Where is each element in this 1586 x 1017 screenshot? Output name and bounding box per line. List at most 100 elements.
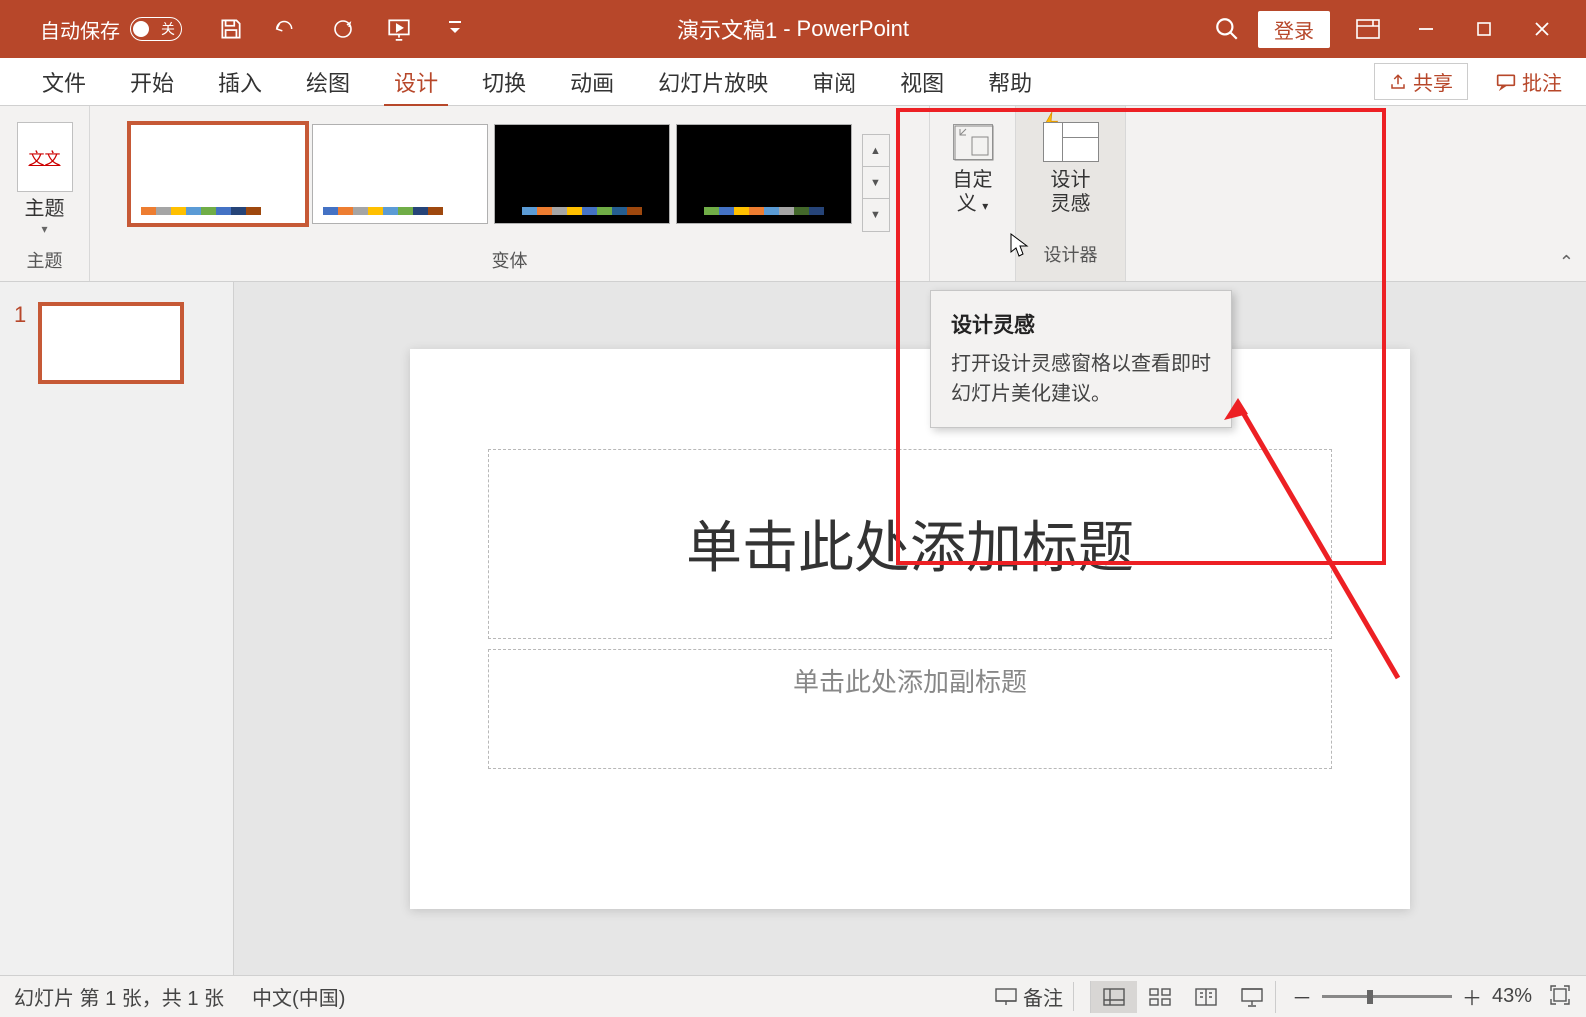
maximize-icon[interactable] [1464,9,1504,49]
ribbon-collapse-icon[interactable]: ⌃ [1559,252,1574,273]
chevron-down-icon[interactable]: ▾ [41,222,47,236]
variant-2[interactable] [312,124,488,224]
title-sep: - [783,16,790,42]
zoom-percentage[interactable]: 43% [1492,985,1532,1008]
customize-group: 自定 义 ▾ [930,106,1016,281]
comment-icon [1496,73,1516,91]
themes-icon-text: 文文 [28,145,60,169]
zoom-slider-thumb[interactable] [1367,990,1373,1004]
share-button[interactable]: 共享 [1374,63,1468,100]
fit-to-window-icon[interactable] [1548,983,1576,1011]
toggle-state: 关 [161,19,175,39]
close-icon[interactable] [1522,9,1562,49]
tab-insert[interactable]: 插入 [196,58,284,106]
notes-icon [995,988,1017,1006]
sorter-view-icon[interactable] [1137,981,1183,1013]
comments-button[interactable]: 批注 [1482,64,1576,99]
slide-canvas[interactable]: 单击此处添加标题 单击此处添加副标题 [234,282,1586,975]
themes-button-label: 主题 [25,198,65,220]
toggle-knob [133,21,149,37]
tab-transitions[interactable]: 切换 [460,58,548,106]
share-label: 共享 [1413,67,1453,96]
tab-slideshow[interactable]: 幻灯片放映 [636,58,790,106]
autosave-toggle[interactable]: 自动保存 关 [40,15,182,44]
slide-counter[interactable]: 幻灯片 第 1 张，共 1 张 [14,982,224,1011]
gallery-expand-icon[interactable]: ▼ [863,199,889,231]
slide-size-icon[interactable] [953,124,993,160]
redo-icon[interactable] [329,15,357,43]
tab-view[interactable]: 视图 [878,58,966,106]
zoom-control: － ＋ 43% [1292,982,1532,1011]
tab-review[interactable]: 审阅 [790,58,878,106]
autosave-label: 自动保存 [40,15,120,44]
reading-view-icon[interactable] [1183,981,1229,1013]
qat-more-icon[interactable] [441,15,469,43]
ribbon-display-icon[interactable] [1348,9,1388,49]
thumbnail-preview[interactable] [38,302,184,384]
customize-label-2: 义 ▾ [957,192,989,216]
variant-1-colors [141,207,261,215]
thumbnail-slide-1[interactable]: 1 [14,302,219,384]
design-ideas-tooltip: 设计灵感 打开设计灵感窗格以查看即时幻灯片美化建议。 [930,290,1232,428]
themes-gallery-button[interactable]: 文文 [17,122,73,192]
language-indicator[interactable]: 中文(中国) [252,982,345,1011]
app-name: PowerPoint [797,16,910,42]
slide-1[interactable]: 单击此处添加标题 单击此处添加副标题 [410,349,1410,909]
subtitle-placeholder[interactable]: 单击此处添加副标题 [488,649,1332,769]
designer-layout-icon [1043,122,1099,162]
status-left: 幻灯片 第 1 张，共 1 张 中文(中国) [14,982,345,1011]
designer-group: 设计 灵感 设计器 [1016,106,1126,281]
title-placeholder-text: 单击此处添加标题 [686,503,1134,584]
title-placeholder[interactable]: 单击此处添加标题 [488,449,1332,639]
tab-help[interactable]: 帮助 [966,58,1054,106]
undo-icon[interactable] [273,15,301,43]
slideshow-start-icon[interactable] [385,15,413,43]
variant-4-colors [704,207,824,215]
designer-label-1: 设计 [1051,168,1091,192]
tooltip-body: 打开设计灵感窗格以查看即时幻灯片美化建议。 [951,349,1211,409]
tab-animations[interactable]: 动画 [548,58,636,106]
toggle-switch[interactable]: 关 [130,17,182,41]
tab-draw[interactable]: 绘图 [284,58,372,106]
gallery-scroll-up-icon[interactable]: ▲ [863,135,889,167]
tab-design[interactable]: 设计 [372,58,460,106]
title-bar: 自动保存 关 演示文稿1 - PowerPoint 登录 [0,0,1586,58]
themes-group-label: 主题 [27,247,63,277]
design-ideas-button[interactable] [1043,116,1099,168]
quick-access-toolbar [217,15,469,43]
tabs-right: 共享 批注 [1374,63,1576,100]
login-button[interactable]: 登录 [1258,11,1330,48]
designer-group-label: 设计器 [1044,241,1098,271]
variant-1[interactable] [130,124,306,224]
slideshow-view-icon[interactable] [1229,981,1275,1013]
tooltip-title: 设计灵感 [951,309,1211,339]
normal-view-icon[interactable] [1091,981,1137,1013]
cursor-icon [1010,233,1030,259]
tab-file[interactable]: 文件 [20,58,108,106]
save-icon[interactable] [217,15,245,43]
tab-home[interactable]: 开始 [108,58,196,106]
variant-gallery-more: ▲ ▼ ▼ [862,134,890,232]
variants-group: ▲ ▼ ▼ 变体 [90,106,930,281]
zoom-in-button[interactable]: ＋ [1462,982,1482,1011]
status-bar: 幻灯片 第 1 张，共 1 张 中文(中国) 备注 － ＋ 43% [0,975,1586,1017]
variant-3-colors [522,207,642,215]
variant-4[interactable] [676,124,852,224]
themes-group: 文文 主题 ▾ 主题 [0,106,90,281]
notes-button[interactable]: 备注 [985,982,1074,1011]
zoom-out-button[interactable]: － [1292,982,1312,1011]
document-name: 演示文稿1 [677,13,777,45]
ribbon-design: 文文 主题 ▾ 主题 ▲ ▼ ▼ 变体 [0,106,1586,282]
thumbnail-panel: 1 [0,282,234,975]
minimize-icon[interactable] [1406,9,1446,49]
status-right: 备注 － ＋ 43% [985,981,1576,1013]
variant-3[interactable] [494,124,670,224]
gallery-scroll-down-icon[interactable]: ▼ [863,167,889,199]
zoom-slider-track[interactable] [1322,995,1452,998]
subtitle-placeholder-text: 单击此处添加副标题 [793,662,1027,699]
window-title: 演示文稿1 - PowerPoint [677,13,909,45]
thumbnail-number: 1 [14,302,26,328]
search-icon[interactable] [1214,16,1240,42]
ribbon-tabs: 文件 开始 插入 绘图 设计 切换 动画 幻灯片放映 审阅 视图 帮助 共享 批… [0,58,1586,106]
designer-label-2: 灵感 [1051,192,1091,216]
